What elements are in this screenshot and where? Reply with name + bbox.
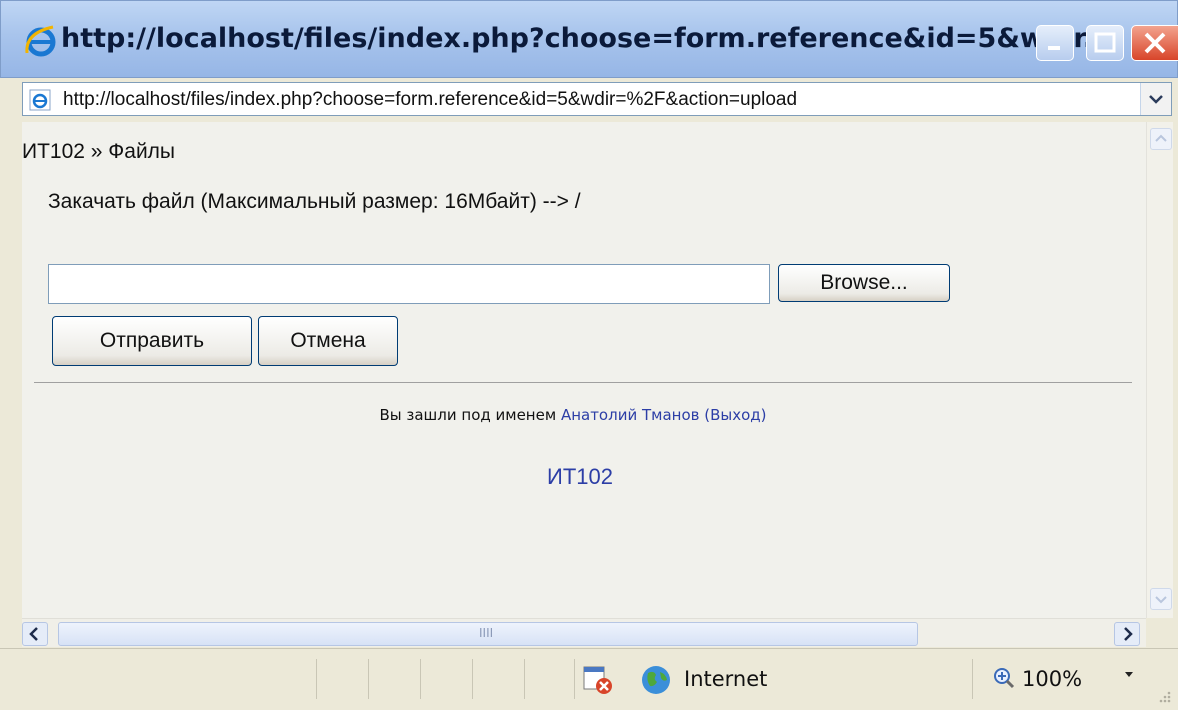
minimize-button[interactable] [1036, 25, 1074, 61]
logout-link[interactable]: (Выход) [704, 406, 766, 424]
globe-icon [642, 666, 670, 694]
close-button[interactable] [1131, 25, 1178, 61]
scroll-up-button[interactable] [1150, 128, 1172, 150]
address-bar[interactable]: http://localhost/files/index.php?choose=… [22, 82, 1172, 116]
chevron-down-icon [1149, 95, 1163, 104]
chevron-down-icon [1155, 596, 1167, 604]
blocked-content-icon[interactable] [582, 665, 614, 695]
security-zone-label: Internet [684, 667, 768, 691]
login-info: Вы зашли под именем Анатолий Тманов (Вых… [0, 406, 1146, 424]
status-separator [574, 659, 575, 699]
scroll-left-button[interactable] [22, 622, 48, 646]
scroll-right-button[interactable] [1114, 622, 1140, 646]
maximize-icon [1094, 32, 1116, 53]
title-bar[interactable]: http://localhost/files/index.php?choose=… [0, 0, 1178, 78]
upload-heading: Закачать файл (Максимальный размер: 16Мб… [48, 190, 581, 213]
maximize-button[interactable] [1086, 25, 1124, 61]
horizontal-scrollbar[interactable]: IIII [22, 618, 1146, 647]
divider [34, 382, 1132, 383]
minimize-icon [1048, 46, 1060, 50]
address-url: http://localhost/files/index.php?choose=… [63, 89, 798, 110]
scroll-grip-icon: IIII [479, 626, 494, 640]
ie-icon [25, 25, 56, 57]
status-separator [368, 659, 369, 699]
window-title: http://localhost/files/index.php?choose=… [61, 23, 1114, 54]
chevron-right-icon [1124, 627, 1133, 641]
ie-page-icon [29, 89, 51, 111]
status-bar: Internet 100% [0, 648, 1178, 710]
zoom-level[interactable]: 100% [1022, 667, 1082, 691]
user-profile-link[interactable]: Анатолий Тманов [561, 406, 700, 424]
file-path-input[interactable] [48, 264, 770, 304]
status-separator [472, 659, 473, 699]
course-link[interactable]: ИТ102 [547, 464, 613, 489]
address-dropdown-button[interactable] [1140, 83, 1171, 115]
scroll-down-button[interactable] [1150, 588, 1172, 610]
chevron-left-icon [29, 627, 38, 641]
status-separator [972, 659, 973, 699]
home-link: ИТ102 [0, 464, 1160, 490]
cancel-button[interactable]: Отмена [258, 316, 398, 366]
status-separator [316, 659, 317, 699]
close-icon [1144, 32, 1166, 54]
browser-popup-window: http://localhost/files/index.php?choose=… [0, 0, 1178, 710]
caret-down-icon[interactable] [1122, 667, 1136, 681]
vertical-scrollbar[interactable] [1146, 122, 1173, 618]
breadcrumb: ИТ102 » Файлы [22, 140, 176, 163]
scroll-thumb[interactable]: IIII [58, 622, 918, 646]
status-separator [524, 659, 525, 699]
browse-button[interactable]: Browse... [778, 264, 950, 302]
status-separator [420, 659, 421, 699]
submit-button[interactable]: Отправить [52, 316, 252, 366]
login-prefix: Вы зашли под именем [379, 406, 557, 424]
resize-grip-icon[interactable] [1156, 688, 1172, 704]
chevron-up-icon [1155, 134, 1167, 142]
zoom-icon[interactable] [992, 666, 1016, 690]
